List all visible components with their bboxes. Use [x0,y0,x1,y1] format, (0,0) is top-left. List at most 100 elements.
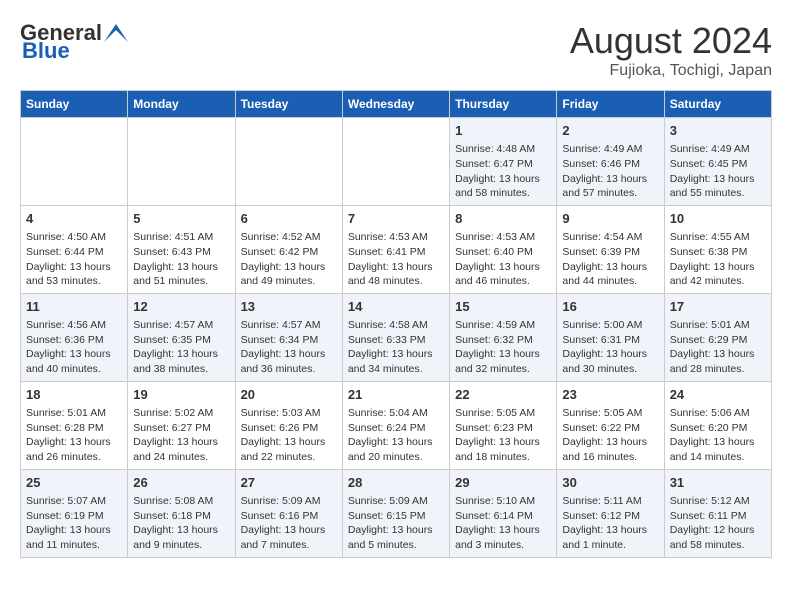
cell-info: Sunrise: 4:59 AM [455,318,551,333]
cell-info: Daylight: 13 hours [455,172,551,187]
day-number: 26 [133,474,229,492]
week-row-1: 1Sunrise: 4:48 AMSunset: 6:47 PMDaylight… [21,118,772,206]
cell-info: Sunrise: 4:50 AM [26,230,122,245]
calendar-cell: 7Sunrise: 4:53 AMSunset: 6:41 PMDaylight… [342,205,449,293]
cell-info: Sunrise: 4:52 AM [241,230,337,245]
cell-info: and 55 minutes. [670,186,766,201]
day-number: 17 [670,298,766,316]
cell-info: Daylight: 13 hours [455,347,551,362]
cell-info: and 58 minutes. [670,538,766,553]
calendar-cell: 28Sunrise: 5:09 AMSunset: 6:15 PMDayligh… [342,469,449,557]
cell-info: Daylight: 13 hours [455,523,551,538]
day-number: 14 [348,298,444,316]
col-header-friday: Friday [557,91,664,118]
cell-info: and 28 minutes. [670,362,766,377]
calendar-cell: 4Sunrise: 4:50 AMSunset: 6:44 PMDaylight… [21,205,128,293]
cell-info: and 49 minutes. [241,274,337,289]
main-title: August 2024 [570,20,772,62]
day-number: 10 [670,210,766,228]
cell-info: and 14 minutes. [670,450,766,465]
cell-info: Sunset: 6:43 PM [133,245,229,260]
logo-text-blue: Blue [22,38,70,64]
day-number: 30 [562,474,658,492]
week-row-2: 4Sunrise: 4:50 AMSunset: 6:44 PMDaylight… [21,205,772,293]
cell-info: Daylight: 13 hours [133,347,229,362]
cell-info: Daylight: 13 hours [670,172,766,187]
cell-info: Daylight: 13 hours [241,435,337,450]
calendar-cell: 6Sunrise: 4:52 AMSunset: 6:42 PMDaylight… [235,205,342,293]
calendar-cell: 2Sunrise: 4:49 AMSunset: 6:46 PMDaylight… [557,118,664,206]
cell-info: Daylight: 13 hours [348,347,444,362]
cell-info: Sunrise: 4:57 AM [241,318,337,333]
day-number: 2 [562,122,658,140]
calendar-cell: 20Sunrise: 5:03 AMSunset: 6:26 PMDayligh… [235,381,342,469]
cell-info: Sunrise: 4:49 AM [670,142,766,157]
calendar-cell: 14Sunrise: 4:58 AMSunset: 6:33 PMDayligh… [342,293,449,381]
day-number: 11 [26,298,122,316]
calendar-cell: 27Sunrise: 5:09 AMSunset: 6:16 PMDayligh… [235,469,342,557]
cell-info: and 53 minutes. [26,274,122,289]
cell-info: Sunrise: 4:56 AM [26,318,122,333]
calendar-cell: 23Sunrise: 5:05 AMSunset: 6:22 PMDayligh… [557,381,664,469]
cell-info: and 51 minutes. [133,274,229,289]
day-number: 22 [455,386,551,404]
cell-info: and 7 minutes. [241,538,337,553]
cell-info: Sunset: 6:15 PM [348,509,444,524]
col-header-thursday: Thursday [450,91,557,118]
cell-info: Sunrise: 5:10 AM [455,494,551,509]
col-header-wednesday: Wednesday [342,91,449,118]
cell-info: Daylight: 13 hours [26,347,122,362]
day-number: 24 [670,386,766,404]
cell-info: Sunset: 6:35 PM [133,333,229,348]
cell-info: Sunrise: 4:53 AM [348,230,444,245]
cell-info: Daylight: 13 hours [670,347,766,362]
calendar-cell: 13Sunrise: 4:57 AMSunset: 6:34 PMDayligh… [235,293,342,381]
cell-info: Daylight: 13 hours [562,172,658,187]
day-number: 8 [455,210,551,228]
cell-info: and 5 minutes. [348,538,444,553]
cell-info: Sunset: 6:16 PM [241,509,337,524]
cell-info: Sunrise: 4:58 AM [348,318,444,333]
cell-info: Daylight: 13 hours [670,260,766,275]
cell-info: Sunset: 6:23 PM [455,421,551,436]
calendar-cell: 26Sunrise: 5:08 AMSunset: 6:18 PMDayligh… [128,469,235,557]
cell-info: Sunset: 6:31 PM [562,333,658,348]
cell-info: Sunrise: 5:07 AM [26,494,122,509]
day-number: 19 [133,386,229,404]
cell-info: Daylight: 13 hours [562,347,658,362]
col-header-saturday: Saturday [664,91,771,118]
day-number: 25 [26,474,122,492]
cell-info: and 57 minutes. [562,186,658,201]
cell-info: Daylight: 13 hours [241,347,337,362]
cell-info: Daylight: 13 hours [455,435,551,450]
cell-info: Daylight: 13 hours [241,260,337,275]
calendar-cell: 19Sunrise: 5:02 AMSunset: 6:27 PMDayligh… [128,381,235,469]
calendar-table: SundayMondayTuesdayWednesdayThursdayFrid… [20,90,772,558]
day-number: 29 [455,474,551,492]
calendar-cell [128,118,235,206]
cell-info: Sunset: 6:38 PM [670,245,766,260]
cell-info: Sunrise: 4:54 AM [562,230,658,245]
cell-info: Daylight: 13 hours [26,523,122,538]
calendar-cell: 5Sunrise: 4:51 AMSunset: 6:43 PMDaylight… [128,205,235,293]
cell-info: Daylight: 13 hours [133,260,229,275]
cell-info: Sunrise: 4:57 AM [133,318,229,333]
cell-info: Sunset: 6:18 PM [133,509,229,524]
page-header: General Blue August 2024 Fujioka, Tochig… [20,20,772,80]
cell-info: Sunrise: 5:05 AM [455,406,551,421]
cell-info: Sunset: 6:42 PM [241,245,337,260]
cell-info: Daylight: 13 hours [562,523,658,538]
cell-info: and 11 minutes. [26,538,122,553]
col-header-monday: Monday [128,91,235,118]
calendar-cell: 21Sunrise: 5:04 AMSunset: 6:24 PMDayligh… [342,381,449,469]
cell-info: and 24 minutes. [133,450,229,465]
calendar-cell: 8Sunrise: 4:53 AMSunset: 6:40 PMDaylight… [450,205,557,293]
calendar-cell: 24Sunrise: 5:06 AMSunset: 6:20 PMDayligh… [664,381,771,469]
cell-info: Sunrise: 5:09 AM [241,494,337,509]
day-number: 12 [133,298,229,316]
cell-info: Sunrise: 5:05 AM [562,406,658,421]
day-number: 9 [562,210,658,228]
day-number: 16 [562,298,658,316]
calendar-cell [21,118,128,206]
calendar-cell: 22 Sunrise: 5:05 AMSunset: 6:23 PMDayligh… [450,381,557,469]
